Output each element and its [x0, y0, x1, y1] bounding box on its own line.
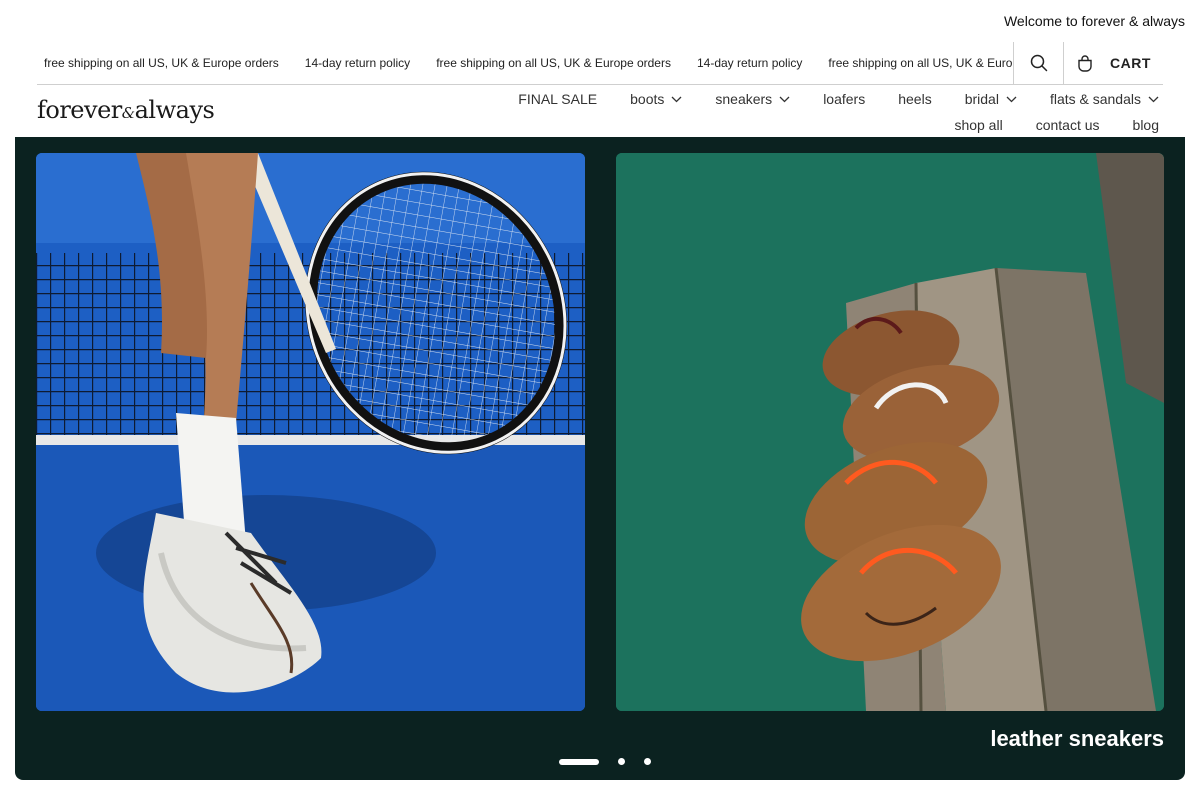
logo-ampersand: & [121, 104, 135, 122]
nav-item-label: FINAL SALE [518, 91, 598, 107]
nav-item-contact-us[interactable]: contact us [1036, 117, 1100, 133]
nav-item-label: sneakers [715, 91, 773, 107]
tennis-court-illustration [36, 153, 585, 711]
nav-item-label: blog [1132, 117, 1159, 133]
site-header: free shipping on all US, UK & Europe ord… [15, 42, 1185, 137]
chevron-down-icon [779, 96, 790, 102]
main-navigation: FINAL SALE boots sneakers loafers heels … [463, 88, 1163, 136]
nav-item-blog[interactable]: blog [1133, 117, 1159, 133]
nav-item-label: contact us [1035, 117, 1100, 133]
sneakers-on-bench-illustration [616, 153, 1164, 711]
ticker-message: free shipping on all US, UK & Europe ord… [436, 56, 671, 70]
nav-item-heels[interactable]: heels [898, 91, 931, 107]
carousel-dot-active[interactable] [559, 758, 599, 765]
nav-item-label: shop all [954, 117, 1003, 133]
nav-row-secondary: shop all contact us blog [463, 114, 1163, 136]
hero-image-leather-sneakers[interactable] [616, 153, 1164, 711]
cart-button[interactable]: CART [1064, 42, 1163, 84]
nav-item-sneakers[interactable]: sneakers [715, 91, 790, 107]
ticker-message: free shipping on all US, UK & Europe ord… [828, 56, 1013, 70]
ticker-message: 14-day return policy [696, 56, 803, 70]
hero-carousel: leather sneakers [15, 137, 1185, 780]
cart-label: CART [1110, 55, 1151, 71]
welcome-message: Welcome to forever & always [1003, 13, 1185, 29]
nav-item-bridal[interactable]: bridal [965, 91, 1017, 107]
announcement-ticker: free shipping on all US, UK & Europe ord… [37, 42, 1013, 84]
nav-item-label: boots [630, 91, 665, 107]
nav-item-boots[interactable]: boots [630, 91, 682, 107]
hero-caption: leather sneakers [990, 726, 1164, 751]
logo-text-always: always [134, 96, 215, 124]
nav-item-label: flats & sandals [1049, 91, 1141, 107]
chevron-down-icon [671, 96, 682, 102]
hero-image-tennis-player[interactable] [36, 153, 585, 711]
chevron-down-icon [1148, 96, 1159, 102]
search-button[interactable] [1013, 42, 1064, 84]
shopping-bag-icon [1078, 55, 1092, 72]
chevron-down-icon [1006, 96, 1017, 102]
carousel-dot[interactable] [618, 758, 625, 765]
search-icon [1030, 54, 1047, 72]
nav-item-loafers[interactable]: loafers [823, 91, 865, 107]
nav-item-flats-sandals[interactable]: flats & sandals [1050, 91, 1159, 107]
nav-item-label: bridal [964, 91, 999, 107]
nav-item-shop-all[interactable]: shop all [954, 117, 1002, 133]
logo-text-forever: forever [37, 96, 122, 124]
nav-row-primary: FINAL SALE boots sneakers loafers heels … [463, 88, 1163, 110]
nav-item-label: heels [898, 91, 932, 107]
announcement-bar: free shipping on all US, UK & Europe ord… [37, 42, 1163, 85]
carousel-dot[interactable] [644, 758, 651, 765]
carousel-pagination [559, 758, 651, 765]
ticker-message: free shipping on all US, UK & Europe ord… [44, 56, 279, 70]
nav-item-label: loafers [823, 91, 866, 107]
ticker-message: 14-day return policy [304, 56, 411, 70]
nav-item-final-sale[interactable]: FINAL SALE [518, 91, 597, 107]
site-logo[interactable]: forever&always [37, 96, 215, 124]
